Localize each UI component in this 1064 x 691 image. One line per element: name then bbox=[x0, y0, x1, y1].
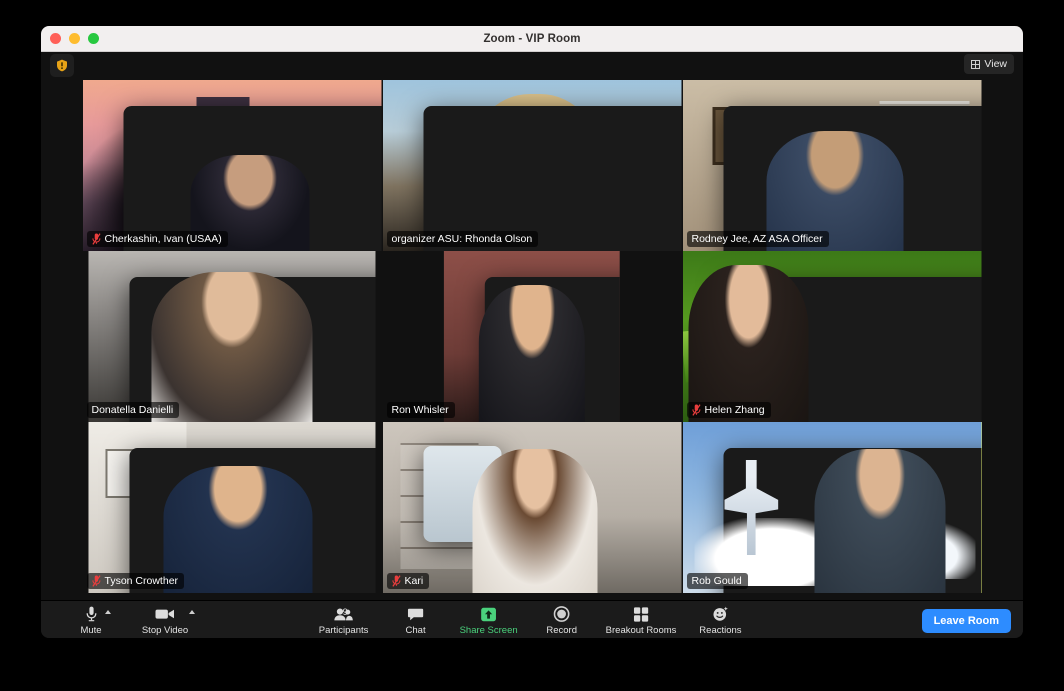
participant-name-tag: Helen Zhang bbox=[686, 402, 771, 418]
reactions-button[interactable]: Reactions bbox=[684, 606, 756, 636]
window-title: Zoom - VIP Room bbox=[483, 32, 581, 45]
participant-name-tag: Rodney Jee, AZ ASA Officer bbox=[686, 231, 829, 247]
breakout-rooms-button[interactable]: Breakout Rooms bbox=[598, 606, 685, 636]
participant-name-label: Helen Zhang bbox=[704, 403, 765, 416]
video-tile[interactable]: organizer ASU: Rhonda Olson bbox=[382, 80, 682, 251]
participant-name-tag: Cherkashin, Ivan (USAA) bbox=[86, 231, 228, 247]
video-gallery: Cherkashin, Ivan (USAA) organizer ASU: Rh… bbox=[41, 80, 1023, 600]
participant-video bbox=[382, 422, 682, 593]
share-up-arrow-icon bbox=[481, 606, 497, 623]
stop-video-button-label: Stop Video bbox=[141, 624, 189, 636]
participant-video bbox=[82, 80, 382, 251]
video-options-caret[interactable] bbox=[189, 609, 195, 614]
participant-video bbox=[682, 422, 982, 593]
view-button[interactable]: View bbox=[964, 54, 1014, 74]
chat-button[interactable]: Chat bbox=[380, 606, 452, 636]
microphone-muted-icon bbox=[91, 233, 101, 245]
video-tile[interactable]: Rodney Jee, AZ ASA Officer bbox=[682, 80, 982, 251]
stop-video-button[interactable]: Stop Video bbox=[129, 606, 201, 636]
participant-name-tag: Ron Whisler bbox=[386, 402, 455, 418]
security-button[interactable] bbox=[50, 54, 74, 77]
record-button[interactable]: Record bbox=[526, 606, 598, 636]
microphone-muted-icon bbox=[391, 575, 401, 587]
toolbar-left-group: Mute Stop Video bbox=[55, 606, 201, 636]
participant-name-tag: organizer ASU: Rhonda Olson bbox=[386, 231, 539, 247]
traffic-light-group bbox=[50, 33, 99, 44]
microphone-icon bbox=[86, 606, 97, 623]
view-button-label: View bbox=[984, 58, 1007, 70]
video-tile[interactable]: Kari bbox=[382, 422, 682, 593]
participant-video bbox=[88, 422, 376, 593]
window-titlebar: Zoom - VIP Room bbox=[41, 26, 1023, 52]
participant-name-label: Donatella Danielli bbox=[91, 403, 174, 416]
breakout-rooms-button-label: Breakout Rooms bbox=[605, 624, 677, 636]
participant-video bbox=[682, 80, 982, 251]
meeting-toolbar: Mute Stop Video 9 Participants Chat Shar… bbox=[41, 600, 1023, 638]
chat-bubble-icon bbox=[407, 606, 424, 623]
video-tile[interactable]: Donatella Danielli bbox=[82, 251, 382, 422]
camera-icon bbox=[155, 606, 175, 623]
share-screen-button-label: Share Screen bbox=[459, 624, 518, 636]
participants-button[interactable]: 9 Participants bbox=[308, 606, 380, 636]
mute-button[interactable]: Mute bbox=[55, 606, 127, 636]
participant-name-label: organizer ASU: Rhonda Olson bbox=[391, 232, 533, 245]
video-scene-layer bbox=[472, 449, 598, 593]
record-circle-icon bbox=[553, 606, 570, 623]
toolbar-right-group: Leave Room bbox=[921, 608, 1011, 633]
participant-name-label: Rodney Jee, AZ ASA Officer bbox=[691, 232, 823, 245]
participant-name-label: Ron Whisler bbox=[391, 403, 449, 416]
microphone-muted-icon bbox=[691, 404, 701, 416]
video-tile[interactable]: Rob Gould bbox=[682, 422, 982, 593]
minimize-button[interactable] bbox=[69, 33, 80, 44]
participant-video bbox=[382, 80, 682, 251]
meeting-body: View Cherkashin, Ivan (USAA) organizer AS… bbox=[41, 52, 1023, 638]
participants-button-label: Participants bbox=[318, 624, 369, 636]
participant-name-tag: Rob Gould bbox=[686, 573, 748, 589]
video-scene-layer bbox=[479, 285, 585, 422]
zoom-window: Zoom - VIP Room View Cherkashin, Ivan (U… bbox=[41, 26, 1023, 638]
mute-button-label: Mute bbox=[80, 624, 102, 636]
participant-video bbox=[443, 251, 621, 422]
leave-room-button[interactable]: Leave Room bbox=[921, 608, 1011, 633]
video-tile[interactable]: Ron Whisler bbox=[382, 251, 682, 422]
participant-name-tag: Kari bbox=[386, 573, 430, 589]
share-screen-button[interactable]: Share Screen bbox=[452, 606, 526, 636]
four-squares-icon bbox=[633, 606, 649, 623]
video-tile[interactable]: Cherkashin, Ivan (USAA) bbox=[82, 80, 382, 251]
chat-button-label: Chat bbox=[405, 624, 426, 636]
maximize-button[interactable] bbox=[88, 33, 99, 44]
meeting-topbar: View bbox=[41, 52, 1023, 80]
video-scene-layer bbox=[423, 106, 682, 251]
participant-name-tag: Tyson Crowther bbox=[86, 573, 185, 589]
video-scene-layer bbox=[814, 449, 946, 593]
participants-count: 9 bbox=[342, 606, 348, 618]
record-button-label: Record bbox=[546, 624, 577, 636]
participant-video bbox=[88, 251, 376, 422]
microphone-muted-icon bbox=[91, 575, 101, 587]
participant-name-label: Tyson Crowther bbox=[104, 574, 179, 587]
close-button[interactable] bbox=[50, 33, 61, 44]
smiley-sparkle-icon bbox=[712, 606, 728, 623]
mute-options-caret[interactable] bbox=[105, 609, 111, 614]
toolbar-center-group: 9 Participants Chat Share Screen Record … bbox=[308, 606, 757, 636]
video-scene-layer bbox=[163, 466, 313, 593]
video-tile[interactable]: Helen Zhang bbox=[682, 251, 982, 422]
video-tile[interactable]: Tyson Crowther bbox=[82, 422, 382, 593]
grid-icon bbox=[971, 59, 981, 69]
participant-name-tag: Donatella Danielli bbox=[86, 402, 180, 418]
participant-name-label: Rob Gould bbox=[691, 574, 742, 587]
shield-warning-icon bbox=[57, 59, 67, 72]
video-scene-layer bbox=[688, 264, 809, 422]
reactions-button-label: Reactions bbox=[699, 624, 742, 636]
participant-name-label: Cherkashin, Ivan (USAA) bbox=[104, 232, 222, 245]
participant-name-label: Kari bbox=[404, 574, 424, 587]
video-scene-layer bbox=[151, 271, 313, 422]
participant-video bbox=[682, 251, 982, 422]
screenshot-root: Zoom - VIP Room View Cherkashin, Ivan (U… bbox=[0, 0, 1064, 691]
